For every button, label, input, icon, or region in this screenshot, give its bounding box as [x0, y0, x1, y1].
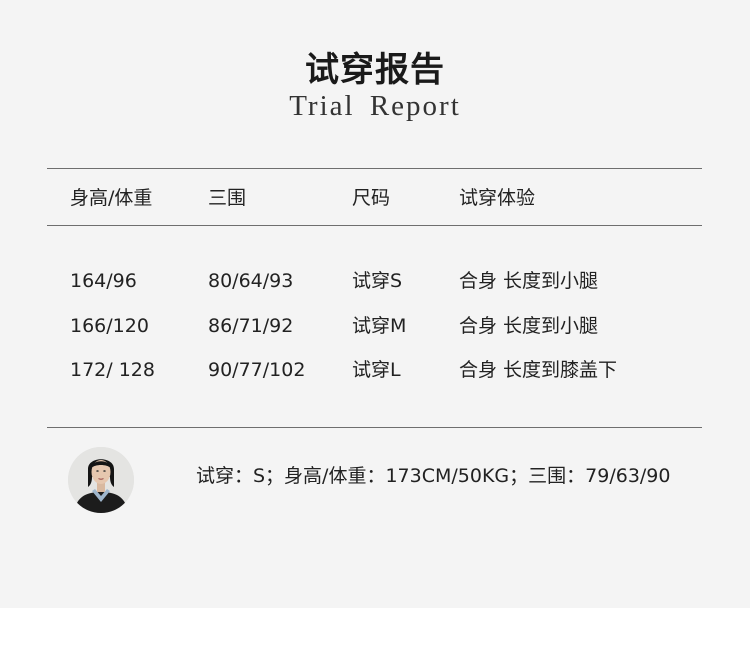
header-size: 尺码 [352, 187, 391, 209]
table-row: 164/96 80/64/93 试穿S 合身 长度到小腿 [0, 266, 750, 296]
cell-size: 试穿M [352, 315, 407, 337]
cell-height-weight: 164/96 [70, 270, 137, 292]
model-info: 试穿：S；身高/体重：173CM/50KG；三围：79/63/90 [196, 465, 671, 487]
header-height-weight: 身高/体重 [70, 187, 153, 209]
cell-size: 试穿S [352, 270, 403, 292]
header-measurements: 三围 [208, 187, 247, 209]
trial-report-panel: 试穿报告 Trial Report 身高/体重 三围 尺码 试穿体验 164/9… [0, 0, 750, 608]
header-fit-experience: 试穿体验 [459, 187, 536, 209]
cell-fit-experience: 合身 长度到小腿 [459, 270, 599, 292]
header-divider [47, 225, 702, 226]
cell-height-weight: 166/120 [70, 315, 149, 337]
model-portrait-icon [68, 447, 134, 513]
cell-height-weight: 172/ 128 [70, 359, 155, 381]
title-chinese: 试穿报告 [305, 50, 445, 90]
bottom-divider [47, 427, 702, 428]
title-english: Trial Report [289, 90, 461, 122]
cell-measurements: 90/77/102 [208, 359, 306, 381]
top-divider [47, 168, 702, 169]
cell-measurements: 86/71/92 [208, 315, 294, 337]
model-avatar [68, 447, 134, 513]
cell-measurements: 80/64/93 [208, 270, 294, 292]
cell-size: 试穿L [352, 359, 401, 381]
table-row: 172/ 128 90/77/102 试穿L 合身 长度到膝盖下 [0, 355, 750, 385]
table-header: 身高/体重 三围 尺码 试穿体验 [0, 183, 750, 213]
cell-fit-experience: 合身 长度到膝盖下 [459, 359, 618, 381]
table-row: 166/120 86/71/92 试穿M 合身 长度到小腿 [0, 311, 750, 341]
cell-fit-experience: 合身 长度到小腿 [459, 315, 599, 337]
